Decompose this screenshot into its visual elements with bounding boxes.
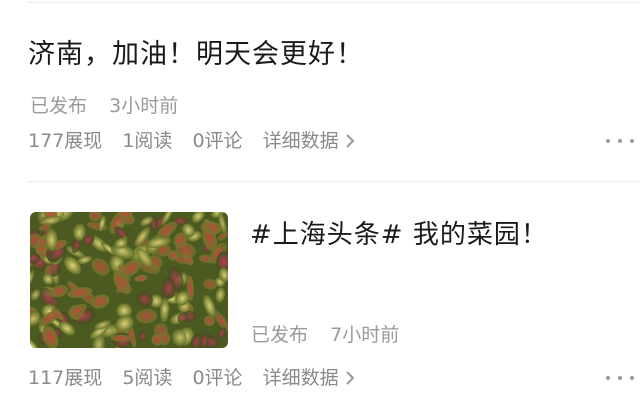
post-stats: 177展现 1阅读 0评论 详细数据: [28, 129, 355, 153]
chevron-right-icon: [345, 134, 355, 148]
detail-data-link[interactable]: 详细数据: [263, 366, 355, 390]
post-stats: 117展现 5阅读 0评论 详细数据: [28, 366, 355, 390]
views-count: 117展现: [28, 367, 103, 389]
top-divider: [28, 2, 640, 3]
post-thumbnail[interactable]: [30, 212, 228, 348]
comments-count: 0评论: [192, 367, 243, 389]
reads-count: 5阅读: [122, 367, 173, 389]
more-dots-icon[interactable]: [606, 373, 634, 383]
post-status: 已发布: [251, 324, 309, 346]
post-time: 7小时前: [330, 324, 400, 346]
post-title[interactable]: 济南，加油！明天会更好！: [28, 38, 364, 72]
comments-count: 0评论: [192, 130, 243, 152]
chevron-right-icon: [345, 371, 355, 385]
reads-count: 1阅读: [122, 130, 173, 152]
detail-data-label: 详细数据: [262, 130, 339, 152]
post-title[interactable]: #上海头条# 我的菜园！: [250, 218, 548, 252]
post-meta: 已发布 3小时前: [30, 94, 178, 118]
detail-data-link[interactable]: 详细数据: [263, 129, 355, 153]
post-status: 已发布: [30, 95, 88, 117]
post-meta: 已发布 7小时前: [251, 323, 399, 347]
garden-photo: [30, 212, 228, 348]
views-count: 177展现: [28, 130, 103, 152]
post-divider: [28, 181, 640, 182]
post-time: 3小时前: [109, 95, 179, 117]
more-dots-icon[interactable]: [606, 136, 634, 146]
detail-data-label: 详细数据: [262, 367, 339, 389]
